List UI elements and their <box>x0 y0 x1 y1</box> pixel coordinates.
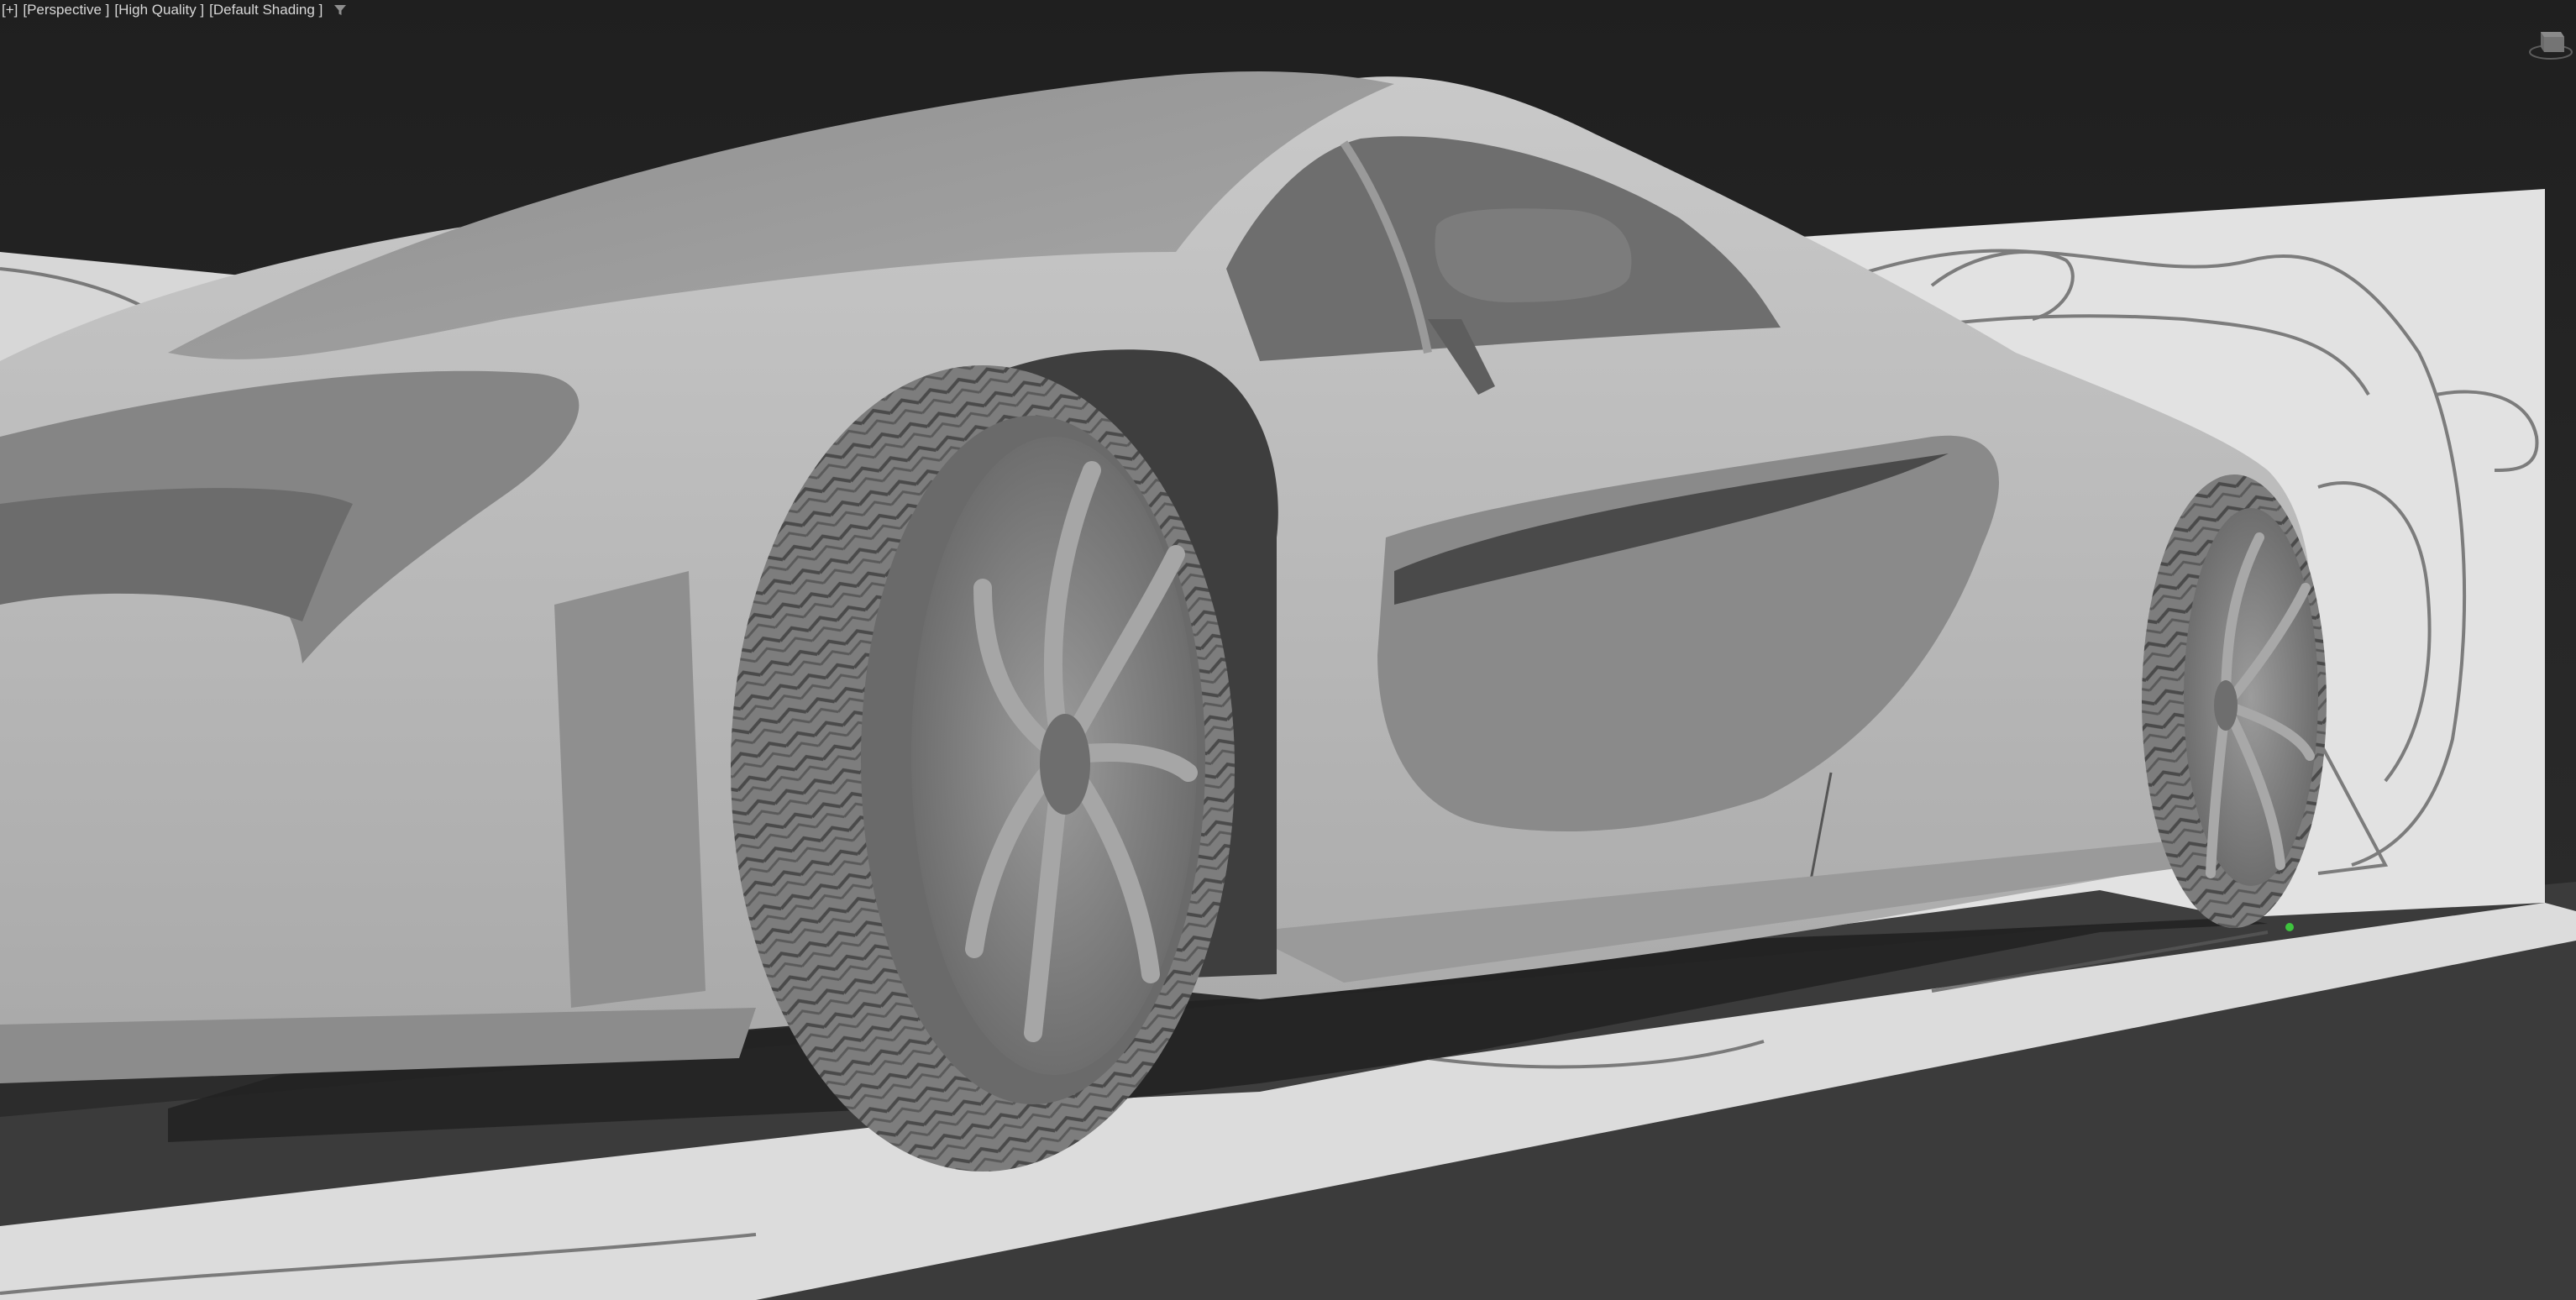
transform-gizmo-dot <box>2285 923 2294 931</box>
front-brake-duct <box>554 571 706 1008</box>
side-mirror <box>1435 208 1632 302</box>
viewport-plus-menu[interactable]: [+] <box>2 2 18 18</box>
3d-viewport[interactable]: [+] [Perspective ] [High Quality ] [Defa… <box>0 0 2576 1300</box>
rear-wheel <box>2142 474 2327 928</box>
viewport-shading-menu[interactable]: [Default Shading ] <box>209 2 323 18</box>
front-hub <box>1040 714 1090 815</box>
viewcube-icon[interactable] <box>2529 25 2573 60</box>
funnel-icon[interactable] <box>333 3 348 18</box>
viewport-quality-menu[interactable]: [High Quality ] <box>114 2 204 18</box>
rear-hub <box>2214 680 2238 731</box>
viewport-label-menu: [+] [Perspective ] [High Quality ] [Defa… <box>2 0 348 20</box>
front-wheel <box>731 365 1235 1172</box>
viewport-view-menu[interactable]: [Perspective ] <box>23 2 109 18</box>
viewport-scene[interactable] <box>0 0 2576 1300</box>
